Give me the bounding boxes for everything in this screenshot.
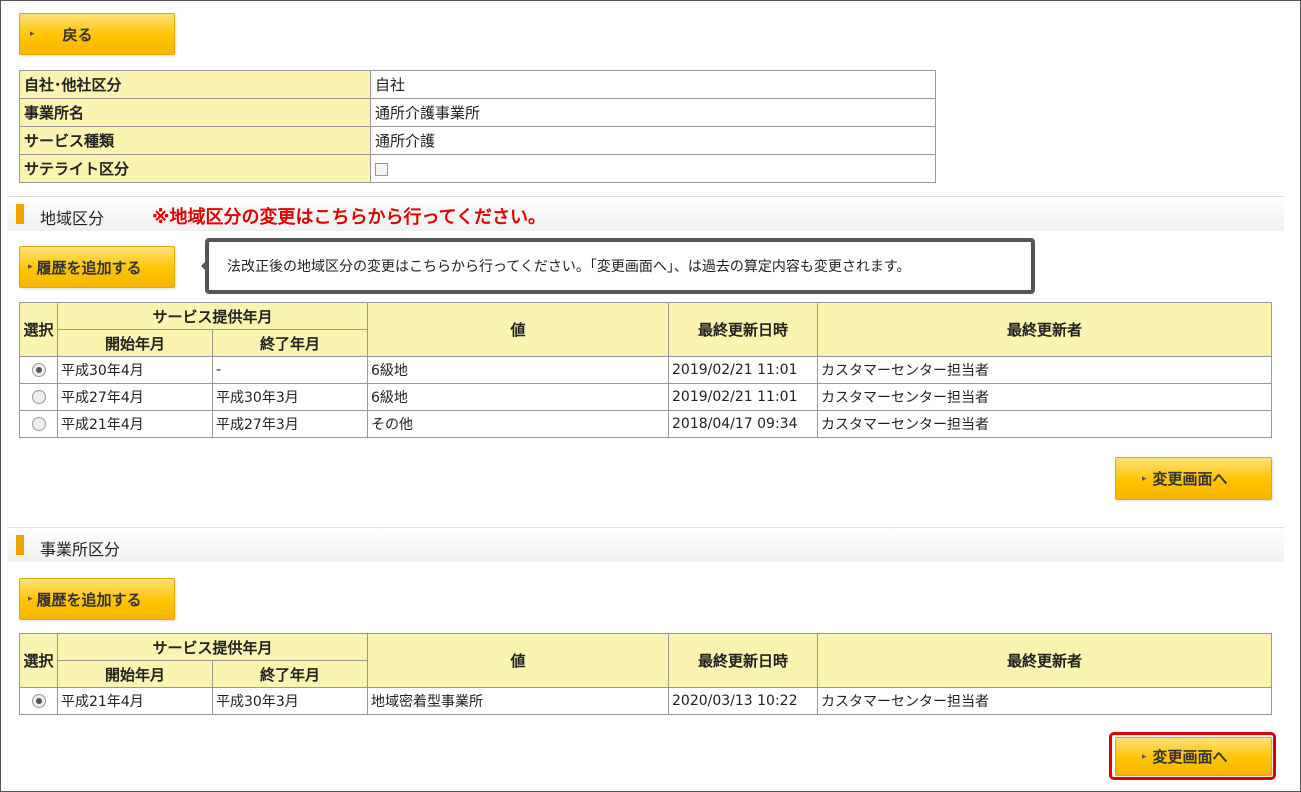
info-row: サービス種類 通所介護 [19,126,936,155]
start-cell: 平成21年4月 [57,687,213,715]
section-marker-icon [16,535,24,555]
updated-cell: 2019/02/21 11:01 [668,356,818,384]
table-row: 平成27年4月 平成30年3月 6級地 2019/02/21 11:01 カスタ… [19,383,1272,411]
table-row: 平成30年4月 - 6級地 2019/02/21 11:01 カスタマーセンター… [19,356,1272,384]
col-period: サービス提供年月 [57,302,368,330]
row-radio[interactable] [31,417,46,431]
arrow-right-icon: ▸ [30,29,35,39]
updated-cell: 2019/02/21 11:01 [668,383,818,411]
office-add-history-button[interactable]: ▸ 履歴を追加する [19,578,175,620]
updater-cell: カスタマーセンター担当者 [817,356,1272,384]
col-updater: 最終更新者 [817,633,1272,688]
office-history-table: 選択 サービス提供年月 値 最終更新日時 最終更新者 開始年月 終了年月 平成2… [19,633,1272,715]
info-row: 事業所名 通所介護事業所 [19,98,936,127]
arrow-right-icon: ▸ [28,262,33,272]
col-start: 開始年月 [57,660,213,688]
col-select: 選択 [19,302,58,357]
value-cell: 6級地 [367,356,669,384]
region-history-table: 選択 サービス提供年月 値 最終更新日時 最終更新者 開始年月 終了年月 平成3… [19,302,1272,438]
end-cell: 平成30年3月 [212,383,368,411]
col-start: 開始年月 [57,329,213,357]
region-change-screen-label: 変更画面へ [1152,470,1228,488]
col-select: 選択 [19,633,58,688]
select-cell [19,687,58,715]
section-marker-icon [16,204,24,224]
info-value: 通所介護 [370,126,936,155]
select-cell [19,356,58,384]
region-change-screen-button[interactable]: ▸ 変更画面へ [1115,457,1272,500]
col-updated: 最終更新日時 [668,302,818,357]
row-radio[interactable] [31,363,46,377]
region-add-history-label: 履歴を追加する [36,258,142,277]
region-tooltip: 法改正後の地域区分の変更はこちらから行ってください。「変更画面へ」、は過去の算定… [201,238,1035,294]
row-radio[interactable] [31,390,46,404]
region-tooltip-text: 法改正後の地域区分の変更はこちらから行ってください。「変更画面へ」、は過去の算定… [227,259,911,275]
highlight-box [1109,732,1276,780]
table-row: 平成21年4月 平成27年3月 その他 2018/04/17 09:34 カスタ… [19,410,1272,438]
start-cell: 平成21年4月 [57,410,213,438]
updater-cell: カスタマーセンター担当者 [817,687,1272,715]
updater-cell: カスタマーセンター担当者 [817,383,1272,411]
col-end: 終了年月 [212,660,368,688]
info-label: 事業所名 [19,98,371,127]
region-add-history-button[interactable]: ▸ 履歴を追加する [19,246,175,288]
updater-cell: カスタマーセンター担当者 [817,410,1272,438]
updated-cell: 2018/04/17 09:34 [668,410,818,438]
select-cell [19,410,58,438]
start-cell: 平成30年4月 [57,356,213,384]
row-radio[interactable] [31,694,46,708]
office-add-history-label: 履歴を追加する [36,590,142,609]
satellite-cell [370,154,936,183]
region-section-header: 地域区分 ※地域区分の変更はこちらから行ってください。 [8,196,1284,231]
info-label: サービス種類 [19,126,371,155]
back-button[interactable]: ▸ 戻る [19,13,175,55]
col-period: サービス提供年月 [57,633,368,661]
col-value: 値 [367,633,669,688]
end-cell: 平成30年3月 [212,687,368,715]
select-cell [19,383,58,411]
value-cell: 地域密着型事業所 [367,687,669,715]
region-section-title: 地域区分 [40,209,105,228]
col-end: 終了年月 [212,329,368,357]
updated-cell: 2020/03/13 10:22 [668,687,818,715]
value-cell: その他 [367,410,669,438]
col-updated: 最終更新日時 [668,633,818,688]
info-row: サテライト区分 [19,154,936,183]
back-button-label: 戻る [62,25,93,44]
end-cell: 平成27年3月 [212,410,368,438]
value-cell: 6級地 [367,383,669,411]
table-row: 平成21年4月 平成30年3月 地域密着型事業所 2020/03/13 10:2… [19,687,1272,715]
arrow-right-icon: ▸ [28,594,33,604]
info-value: 通所介護事業所 [370,98,936,127]
office-info-table: 自社･他社区分 自社 事業所名 通所介護事業所 サービス種類 通所介護 サテライ… [19,70,936,183]
start-cell: 平成27年4月 [57,383,213,411]
info-row: 自社･他社区分 自社 [19,70,936,99]
col-updater: 最終更新者 [817,302,1272,357]
end-cell: - [212,356,368,384]
info-value: 自社 [370,70,936,99]
info-label: 自社･他社区分 [19,70,371,99]
office-section-title: 事業所区分 [40,540,121,559]
col-value: 値 [367,302,669,357]
office-section-header: 事業所区分 [8,527,1284,562]
arrow-right-icon: ▸ [1142,473,1147,484]
info-label: サテライト区分 [19,154,371,183]
satellite-checkbox[interactable] [375,162,388,176]
region-section-note: ※地域区分の変更はこちらから行ってください。 [152,207,547,228]
